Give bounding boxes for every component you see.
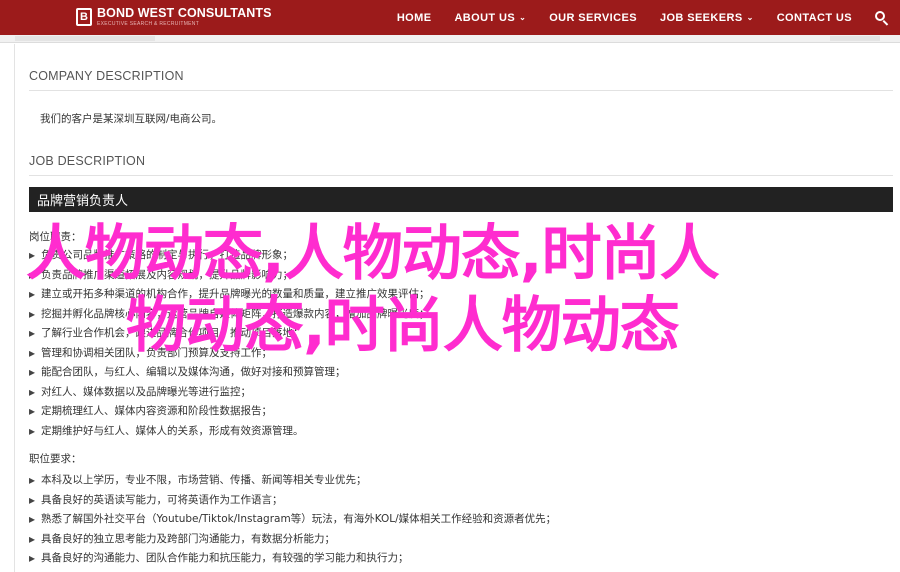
list-item: ▸ 能配合团队，与红人、编辑以及媒体沟通，做好对接和预算管理； [29, 363, 430, 383]
bullet-icon: ▸ [29, 384, 36, 399]
requirements-label: 职位要求： [29, 453, 82, 465]
bullet-icon: ▸ [29, 551, 36, 565]
duties-label: 岗位职责： [29, 231, 82, 243]
bullet-icon: ▸ [29, 248, 36, 262]
bullet-icon: ▸ [29, 326, 36, 340]
list-item: ▸ 了解行业合作机会，跟进品牌合作项目，推动项目落地； [29, 324, 430, 344]
list-item: ▸ 挖掘并孵化品牌核心内容，运营品牌自媒体矩阵，打造爆款内容，增加品牌曝光度； [29, 305, 430, 325]
bullet-icon: ▸ [29, 345, 36, 360]
company-logo[interactable]: B BOND WEST CONSULTANTS EXECUTIVE SEARCH… [76, 7, 272, 27]
search-icon[interactable] [874, 10, 890, 26]
list-item: ▸ 熟悉了解国外社交平台（Youtube/Tiktok/Instagram等）玩法… [29, 510, 556, 530]
chevron-down-icon: ⌄ [519, 13, 527, 22]
list-item: ▸ 建立或开拓多种渠道的机构合作，提升品牌曝光的数量和质量，建立推广效果评估； [29, 285, 430, 305]
list-item: ▸ 具备良好的沟通能力、团队合作能力和抗压能力，有较强的学习能力和执行力； [29, 549, 556, 569]
logo-tagline: EXECUTIVE SEARCH & RECRUITMENT [97, 20, 200, 27]
content-border [14, 44, 15, 572]
logo-name: BOND WEST CONSULTANTS [97, 6, 272, 21]
divider [29, 175, 893, 176]
top-navigation-bar: B BOND WEST CONSULTANTS EXECUTIVE SEARCH… [0, 0, 900, 35]
company-description-text: 我们的客户是某深圳互联网/电商公司。 [40, 113, 223, 125]
bullet-icon: ▸ [29, 473, 36, 487]
breadcrumb-bar [0, 35, 900, 43]
bullet-icon: ▸ [29, 423, 36, 438]
nav-contact-us[interactable]: CONTACT US [777, 12, 852, 24]
bullet-icon: ▸ [29, 287, 36, 301]
nav-home[interactable]: HOME [397, 12, 432, 24]
list-item: ▸ 具备良好的英语读写能力，可将英语作为工作语言； [29, 491, 556, 511]
nav-job-seekers[interactable]: JOB SEEKERS ⌄ [660, 12, 754, 24]
requirements-list: ▸ 本科及以上学历，专业不限，市场营销、传播、新闻等相关专业优先； ▸ 具备良好的英… [29, 471, 556, 569]
job-title: 品牌营销负责人 [37, 194, 129, 209]
bullet-icon: ▸ [29, 512, 36, 526]
divider [29, 90, 893, 91]
nav-our-services[interactable]: OUR SERVICES [549, 12, 637, 24]
list-item: ▸ 定期梳理红人、媒体内容资源和阶段性数据报告； [29, 402, 430, 422]
list-item: ▸ 定期维护好与红人、媒体人的关系，形成有效资源管理。 [29, 422, 430, 442]
main-nav: HOME ABOUT US ⌄ OUR SERVICES JOB SEEKERS… [374, 0, 890, 35]
job-description-heading: JOB DESCRIPTION [29, 154, 146, 168]
bullet-icon: ▸ [29, 306, 36, 321]
list-item: ▸ 本科及以上学历，专业不限，市场营销、传播、新闻等相关专业优先； [29, 471, 556, 491]
job-title-bar: 品牌营销负责人 [29, 187, 893, 212]
bullet-icon: ▸ [29, 492, 36, 507]
bullet-icon: ▸ [29, 404, 36, 418]
bullet-icon: ▸ [29, 365, 36, 379]
chevron-down-icon: ⌄ [746, 13, 754, 22]
list-item: ▸ 对红人、媒体数据以及品牌曝光等进行监控； [29, 383, 430, 403]
list-item: ▸ 负责品牌推广渠道拓展及内容规划，提升品牌影响力； [29, 266, 430, 286]
list-item: ▸ 管理和协调相关团队，负责部门预算及支持工作； [29, 344, 430, 364]
logo-mark-icon: B [76, 8, 92, 26]
list-item: ▸ 具备良好的独立思考能力及跨部门沟通能力，有数据分析能力； [29, 530, 556, 550]
company-description-heading: COMPANY DESCRIPTION [29, 69, 184, 83]
bullet-icon: ▸ [29, 267, 36, 282]
bullet-icon: ▸ [29, 531, 36, 546]
duties-list: ▸ 负责公司品牌推广策略的制定与执行，打造品牌形象； ▸ 负责品牌推广渠道拓展及内容… [29, 246, 430, 441]
list-item: ▸ 负责公司品牌推广策略的制定与执行，打造品牌形象； [29, 246, 430, 266]
nav-about-us[interactable]: ABOUT US ⌄ [454, 12, 526, 24]
